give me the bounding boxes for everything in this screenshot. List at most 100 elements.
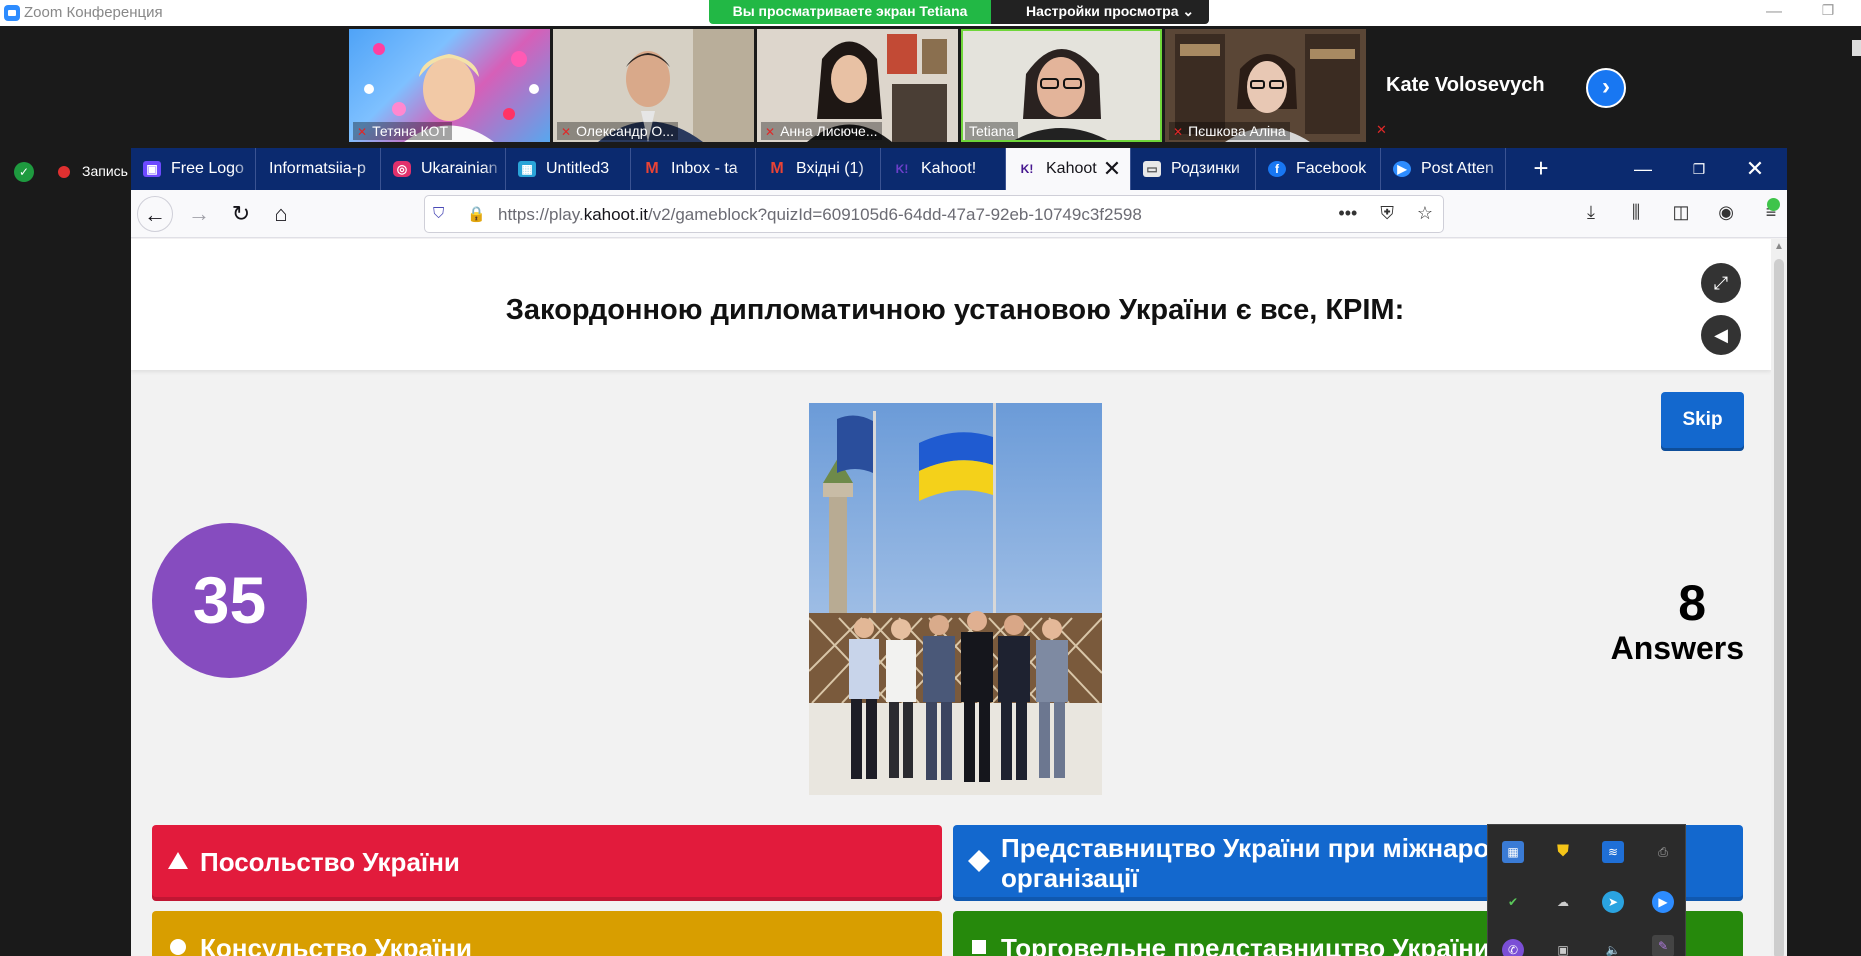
volume-icon[interactable]: ◀: [1701, 315, 1741, 355]
participant-name: Tetiana: [969, 123, 1015, 139]
skip-button[interactable]: Skip: [1661, 392, 1744, 451]
zoom-icon: ▶: [1393, 161, 1411, 177]
answers-count: 8: [1678, 575, 1706, 631]
muted-mic-icon: ✕: [765, 125, 776, 139]
tab-bar: ▣ Free Logo Informatsiia-p ◎ Ukarainian …: [131, 148, 1787, 190]
address-bar[interactable]: ⛉ 🔒 https://play.kahoot.it/v2/gameblock?…: [424, 195, 1444, 233]
pen-icon[interactable]: ✎: [1652, 935, 1674, 956]
answer-option-1[interactable]: Посольство України: [152, 825, 942, 901]
answers-label: Answers: [1610, 630, 1744, 666]
security-warning-icon[interactable]: ⛊: [1552, 841, 1574, 863]
zoom-restore-button[interactable]: ❐: [1816, 2, 1840, 22]
muted-mic-icon: ✕: [357, 125, 368, 139]
bookmark-star-icon[interactable]: ☆: [1417, 203, 1433, 223]
recording-icon: [58, 166, 70, 178]
reload-button[interactable]: ↻: [223, 196, 259, 232]
kahoot-icon: K!: [895, 162, 909, 176]
participant-tile[interactable]: ✕ Пєшкова Аліна: [1165, 29, 1366, 142]
square-icon: [972, 940, 986, 954]
page-actions-menu-icon[interactable]: •••: [1338, 203, 1357, 223]
audio-meter-icon[interactable]: ≋: [1602, 841, 1624, 863]
zoom-minimize-button[interactable]: —: [1762, 3, 1786, 23]
tab-instagram[interactable]: ◎ Ukarainian: [381, 148, 506, 190]
circle-icon: [170, 939, 186, 955]
tracking-protection-shield-icon[interactable]: ⛉: [433, 205, 450, 223]
account-icon[interactable]: ◉: [1706, 202, 1746, 223]
answers-counter: 8 Answers: [1581, 576, 1744, 667]
zoom-window-title: Zoom Конференция: [24, 4, 163, 21]
kahoot-icon: K!: [1020, 162, 1034, 176]
speaker-icon[interactable]: 🔈: [1602, 939, 1624, 956]
update-available-icon: [1767, 198, 1780, 211]
restore-button[interactable]: ❐: [1671, 148, 1727, 190]
participant-tile-active-speaker[interactable]: Tetiana: [961, 29, 1162, 142]
close-window-button[interactable]: ✕: [1727, 148, 1783, 190]
new-tab-button[interactable]: +: [1525, 148, 1557, 190]
back-button[interactable]: ←: [137, 196, 173, 232]
instagram-icon: ◎: [393, 161, 411, 177]
display-icon[interactable]: ▣: [1552, 939, 1574, 956]
slides-icon: ▭: [1143, 161, 1161, 177]
next-participants-button[interactable]: ›: [1586, 68, 1626, 108]
tab-informatsiia[interactable]: Informatsiia-p: [256, 148, 381, 190]
network-app-icon[interactable]: ▦: [1502, 841, 1524, 863]
gallery-view-icon[interactable]: [1852, 40, 1861, 56]
tab-free-logo[interactable]: ▣ Free Logo: [131, 148, 256, 190]
fullscreen-icon[interactable]: ⤢: [1701, 263, 1741, 303]
muted-mic-icon: ✕: [561, 125, 572, 139]
sidebar-icon[interactable]: ◫: [1661, 202, 1701, 223]
view-settings-button[interactable]: Настройки просмотра ⌄: [991, 0, 1209, 24]
participant-tile[interactable]: ✕ Анна Лисюче...: [757, 29, 958, 142]
scrollbar-thumb[interactable]: [1774, 259, 1784, 956]
close-tab-icon[interactable]: ✕: [1101, 148, 1123, 190]
home-button[interactable]: ⌂: [263, 196, 299, 232]
navigation-toolbar: ← → ↻ ⌂ ⛉ 🔒 https://play.kahoot.it/v2/ga…: [131, 190, 1787, 238]
minimize-button[interactable]: —: [1615, 148, 1671, 190]
diamond-icon: [968, 850, 990, 872]
system-tray-popup: ▦ ⛊ ≋ ⎙ ✔ ☁ ➤ ▶ ✆ ▣ 🔈 ✎: [1487, 824, 1686, 956]
library-icon[interactable]: ⫼: [1616, 202, 1656, 223]
grid-icon: ▦: [518, 161, 536, 177]
tab-rodzynky[interactable]: ▭ Родзинки: [1131, 148, 1256, 190]
triangle-icon: [168, 852, 188, 869]
telegram-icon[interactable]: ➤: [1602, 891, 1624, 913]
muted-mic-icon: ✕: [1173, 125, 1184, 139]
zoom-logo-icon: [4, 5, 20, 21]
gmail-icon: M: [770, 160, 784, 177]
pocket-icon[interactable]: ⛨: [1380, 203, 1394, 223]
tab-inbox[interactable]: M Inbox - ta: [631, 148, 756, 190]
participant-name-no-video: Kate Volosevych: [1386, 74, 1545, 96]
tab-untitled3[interactable]: ▦ Untitled3: [506, 148, 631, 190]
tab-vkhidni[interactable]: M Вхідні (1): [756, 148, 881, 190]
zoom-tray-icon[interactable]: ▶: [1652, 891, 1674, 913]
downloads-icon[interactable]: ⤓: [1571, 202, 1611, 223]
muted-mic-icon: ✕: [1376, 122, 1387, 137]
tab-post-attendance[interactable]: ▶ Post Atten: [1381, 148, 1506, 190]
printer-icon[interactable]: ⎙: [1652, 841, 1674, 863]
question-header: Закордонною дипломатичною установою Укра…: [131, 239, 1771, 370]
tab-facebook[interactable]: f Facebook: [1256, 148, 1381, 190]
participant-name: Олександр О...: [576, 123, 674, 139]
participant-name: Анна Лисюче...: [780, 123, 878, 139]
lock-icon[interactable]: 🔒: [467, 205, 486, 223]
cloud-off-icon[interactable]: ☁: [1552, 891, 1574, 913]
vertical-scrollbar[interactable]: ▲: [1771, 239, 1787, 956]
question-image: [809, 403, 1102, 795]
forward-button[interactable]: →: [181, 196, 217, 232]
answer-option-3[interactable]: Консульство України: [152, 911, 942, 956]
security-shield-icon: ✓: [14, 162, 34, 182]
recording-label: Запись: [82, 163, 128, 179]
scroll-up-icon[interactable]: ▲: [1771, 241, 1787, 255]
url-text[interactable]: https://play.kahoot.it/v2/gameblock?quiz…: [498, 205, 1142, 225]
screen-share-banner: Вы просматриваете экран Tetiana: [709, 0, 991, 24]
participant-name: Пєшкова Аліна: [1188, 123, 1286, 139]
participant-tile[interactable]: ✕ Олександр О...: [553, 29, 754, 142]
tab-kahoot-1[interactable]: K! Kahoot!: [881, 148, 1006, 190]
canva-icon: ▣: [143, 161, 161, 177]
countdown-timer: 35: [152, 523, 307, 678]
participant-tile[interactable]: ✕ Тетяна КОТ: [349, 29, 550, 142]
question-title: Закордонною дипломатичною установою Укра…: [505, 294, 1405, 326]
sync-check-icon[interactable]: ✔: [1502, 891, 1524, 913]
viber-icon[interactable]: ✆: [1502, 939, 1524, 956]
gmail-icon: M: [645, 160, 659, 177]
